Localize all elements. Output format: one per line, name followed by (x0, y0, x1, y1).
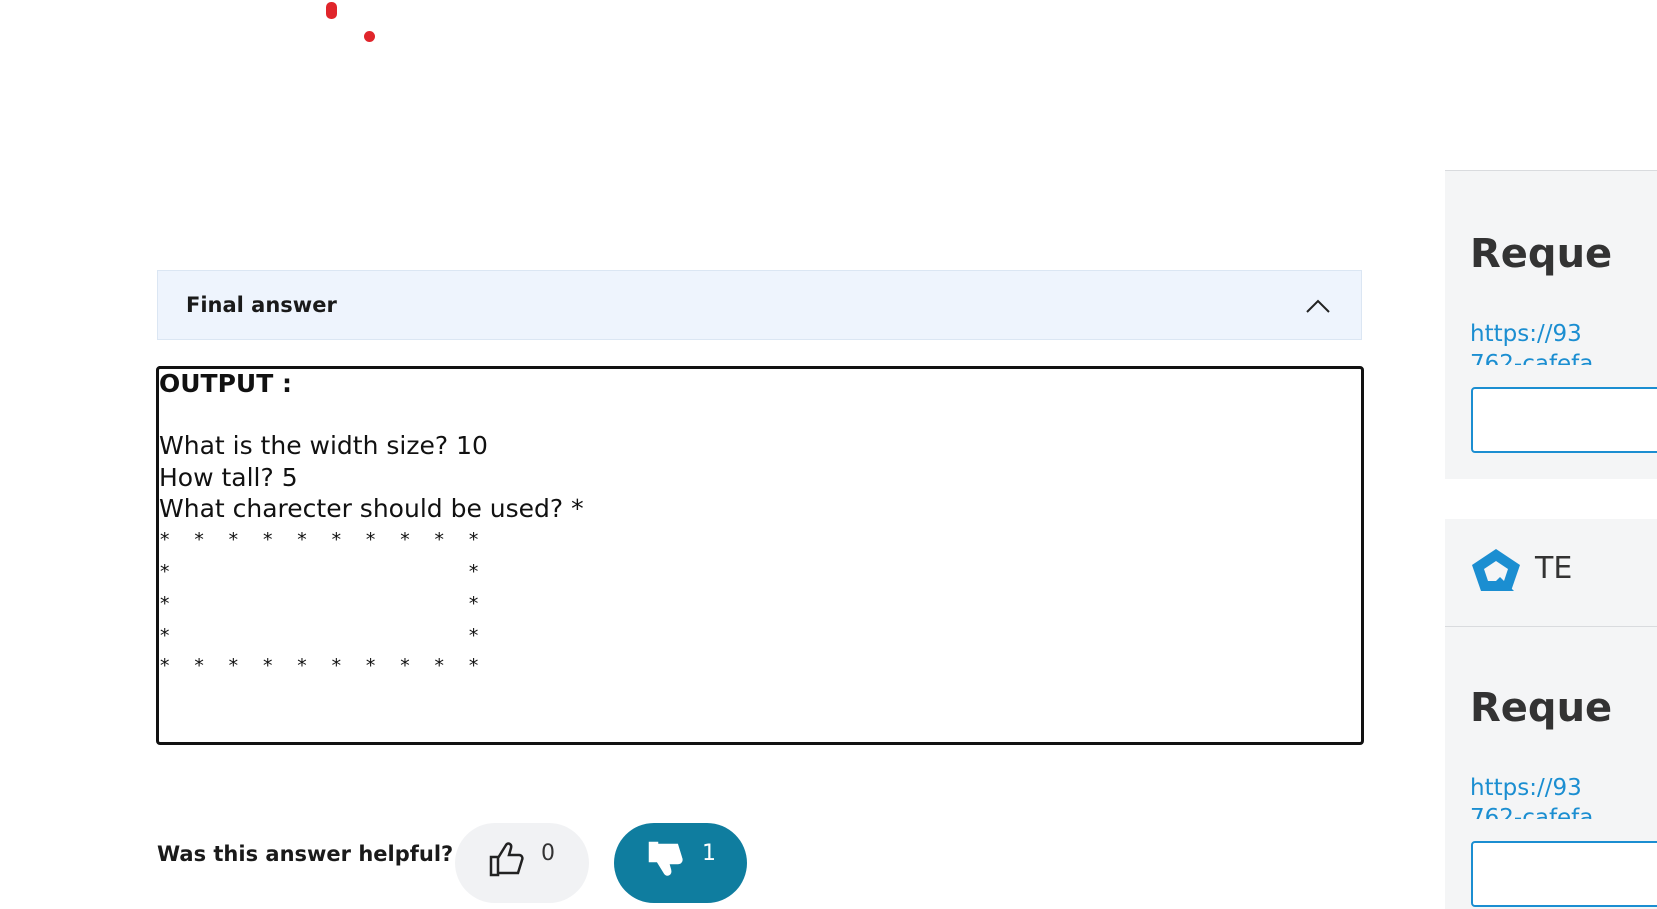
output-line: What charecter should be used? * (159, 494, 584, 523)
sidebar-brand-row[interactable]: TE (1445, 519, 1657, 627)
thumbs-down-button[interactable]: 1 (614, 823, 747, 903)
loading-dot (364, 31, 375, 42)
helpful-question: Was this answer helpful? (157, 842, 454, 866)
thumbs-up-button[interactable]: 0 (455, 823, 589, 903)
pentagon-logo-icon (1472, 549, 1520, 591)
request-title: Reque (1470, 231, 1613, 277)
request-link[interactable]: https://93 (1470, 775, 1582, 801)
pattern-row: * * * * * * * * * * (159, 529, 480, 551)
final-answer-header[interactable]: Final answer (157, 270, 1362, 340)
request-link[interactable]: https://93 (1470, 321, 1582, 347)
thumbs-up-icon (489, 842, 524, 877)
request-card: Reque https://93 762-cafefa (1445, 171, 1657, 479)
loading-dot (326, 2, 337, 19)
request-link-line2[interactable]: 762-cafefa (1470, 805, 1593, 819)
output-title: OUTPUT : (159, 369, 292, 398)
pattern-row: * * (159, 593, 480, 615)
thumbs-down-icon (648, 841, 683, 876)
request-title: Reque (1470, 685, 1613, 731)
chevron-up-icon[interactable] (1305, 293, 1331, 319)
pattern-row: * * * * * * * * * * (159, 655, 480, 677)
brand-label: TE (1535, 551, 1573, 586)
sidebar-gap (1445, 479, 1657, 519)
output-line: What is the width size? 10 (159, 431, 488, 460)
request-link-line2[interactable]: 762-cafefa (1470, 351, 1593, 365)
output-box: OUTPUT : What is the width size? 10 How … (156, 366, 1364, 745)
upvote-count: 0 (541, 841, 555, 866)
pattern-row: * * (159, 561, 480, 583)
right-sidebar: Reque https://93 762-cafefa TE Reque htt… (1445, 170, 1657, 909)
output-line: How tall? 5 (159, 463, 298, 492)
downvote-count: 1 (702, 841, 716, 866)
final-answer-title: Final answer (186, 293, 337, 317)
request-button[interactable] (1471, 387, 1657, 453)
pattern-row: * * (159, 625, 480, 647)
request-button[interactable] (1471, 841, 1657, 907)
